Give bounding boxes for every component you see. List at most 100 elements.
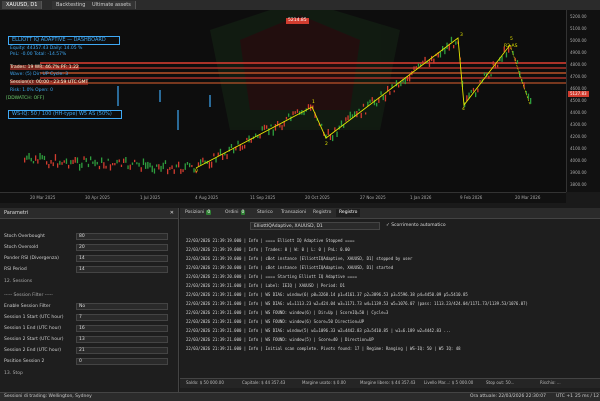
param-input[interactable]: 13 xyxy=(76,336,168,343)
tab-positions[interactable]: Posizioni 0 xyxy=(182,209,214,217)
wave-label-2: 2 xyxy=(325,142,328,147)
param-input[interactable]: No xyxy=(76,303,168,310)
candle xyxy=(175,164,178,168)
candle xyxy=(39,153,41,160)
candle xyxy=(415,66,417,69)
candle xyxy=(63,160,65,163)
candle xyxy=(351,114,354,118)
candle xyxy=(334,127,336,131)
time-tick: 20 Mar 2025 xyxy=(30,195,56,200)
utc-offset[interactable]: UTC +1 xyxy=(556,394,573,399)
candle xyxy=(398,84,400,88)
candle xyxy=(96,161,98,165)
param-section[interactable]: 13. Stop xyxy=(4,371,23,376)
candle xyxy=(241,145,244,150)
wave-label-5: 5 xyxy=(510,37,513,42)
candle xyxy=(173,169,175,174)
param-input[interactable]: 20 xyxy=(76,244,168,251)
price-tick: 4200.00 xyxy=(570,134,587,139)
stat-stop-out: Stop out: 50... xyxy=(486,380,515,385)
close-icon[interactable]: ✕ xyxy=(170,208,174,218)
autoscroll-toggle[interactable]: ✓ Scorrimento automatico xyxy=(386,223,446,228)
candle xyxy=(35,155,37,161)
candle xyxy=(142,158,145,165)
candle xyxy=(389,91,391,95)
candle xyxy=(134,159,136,163)
dashboard-wave-score: WS-IQ: 50 / 100 (HH-type) W5 AS (50%) xyxy=(8,110,122,119)
candle xyxy=(76,157,79,164)
candle xyxy=(140,167,142,172)
price-scale[interactable]: 5200.00 5100.00 5000.00 4900.00 4800.00 … xyxy=(566,10,600,192)
tab-history[interactable]: Storico xyxy=(254,209,276,217)
candle xyxy=(112,163,114,166)
tab-transactions[interactable]: Transazioni xyxy=(278,209,309,217)
candle xyxy=(472,87,475,92)
tab-xauusd[interactable]: XAUUSD, D1 xyxy=(2,1,43,9)
candle xyxy=(118,159,120,163)
param-input[interactable]: 7 xyxy=(76,314,168,321)
param-row: Stoch Oversold 20 xyxy=(4,243,170,252)
param-input[interactable]: 14 xyxy=(76,266,168,273)
candle xyxy=(158,164,160,170)
candle xyxy=(85,158,87,163)
param-input[interactable]: 21 xyxy=(76,347,168,354)
tab-journal[interactable]: Registro xyxy=(310,209,334,217)
param-input[interactable]: 14 xyxy=(76,255,168,262)
candle xyxy=(57,163,59,168)
log-line: 22/03/2026 21:39:19.000 | Info | cBot in… xyxy=(186,256,413,261)
wave-label-4: 4 xyxy=(462,107,465,112)
candle xyxy=(439,51,442,58)
stat-equity: Capitale: $ 44 357.43 xyxy=(242,380,286,385)
candle xyxy=(380,91,382,95)
param-row: Enable Session Filter No xyxy=(4,302,170,311)
tab-log[interactable]: Registro xyxy=(336,209,361,217)
log-line: 22/03/2026 21:39:20.000 | Info | ==== St… xyxy=(186,274,357,279)
param-subsection: ----- Session Filter ----- xyxy=(4,293,53,298)
candle xyxy=(505,52,508,58)
candle xyxy=(92,161,94,164)
candle xyxy=(479,79,481,83)
price-tick: 4800.00 xyxy=(570,62,587,67)
wave-label-3: 3 xyxy=(460,33,463,38)
candle xyxy=(138,162,140,167)
candle xyxy=(50,160,52,164)
candle xyxy=(490,74,492,77)
candle xyxy=(450,36,453,42)
candle xyxy=(105,165,107,169)
candle xyxy=(393,90,395,93)
candle xyxy=(162,162,164,170)
param-input[interactable]: 80 xyxy=(76,233,168,240)
candle xyxy=(46,161,48,165)
candle xyxy=(422,60,424,64)
candle xyxy=(213,153,215,157)
candle xyxy=(156,164,158,167)
candle xyxy=(274,124,277,131)
candle xyxy=(167,168,169,175)
wave-end-badge: R2-AS xyxy=(504,44,518,49)
tab-orders[interactable]: Ordini 0 xyxy=(222,209,248,217)
trading-sessions: Sessioni di trading: Wellington, Sydney xyxy=(4,394,92,399)
candle xyxy=(59,160,61,165)
dashboard-line-7: [DDWATCH: OFF] xyxy=(6,96,45,101)
candle xyxy=(208,161,211,169)
price-tick: 4100.00 xyxy=(570,146,587,151)
time-tick: 20 Mar 2026 xyxy=(515,195,541,200)
candle xyxy=(281,125,283,131)
candle xyxy=(345,117,347,122)
price-chart[interactable]: ELLIOTT IQ ADAPTIVE — DASHBOARD Equity: … xyxy=(0,10,566,192)
param-input[interactable]: 0 xyxy=(76,358,168,365)
tab-ultimate-assets[interactable]: Ultimate assets xyxy=(88,1,136,9)
current-price-tag: 5127.83 xyxy=(568,91,589,97)
price-tick: 4900.00 xyxy=(570,50,587,55)
candle xyxy=(116,159,118,164)
param-input[interactable]: 16 xyxy=(76,325,168,332)
candle xyxy=(127,165,129,170)
time-axis[interactable]: 20 Mar 2025 30 Apr 2025 1 Jul 2025 4 Aug… xyxy=(0,192,566,203)
candle xyxy=(362,103,365,107)
param-section[interactable]: 12. Sessions xyxy=(4,279,32,284)
log-source-select[interactable]: ElliottIQAdaptive, XAUUSD, D1 xyxy=(250,222,380,230)
tab-backtesting[interactable]: Backtesting xyxy=(52,1,91,9)
candle xyxy=(131,162,134,165)
candle xyxy=(90,156,92,161)
stat-free-margin: Margine libero: $ 44 357.43 xyxy=(360,380,416,385)
